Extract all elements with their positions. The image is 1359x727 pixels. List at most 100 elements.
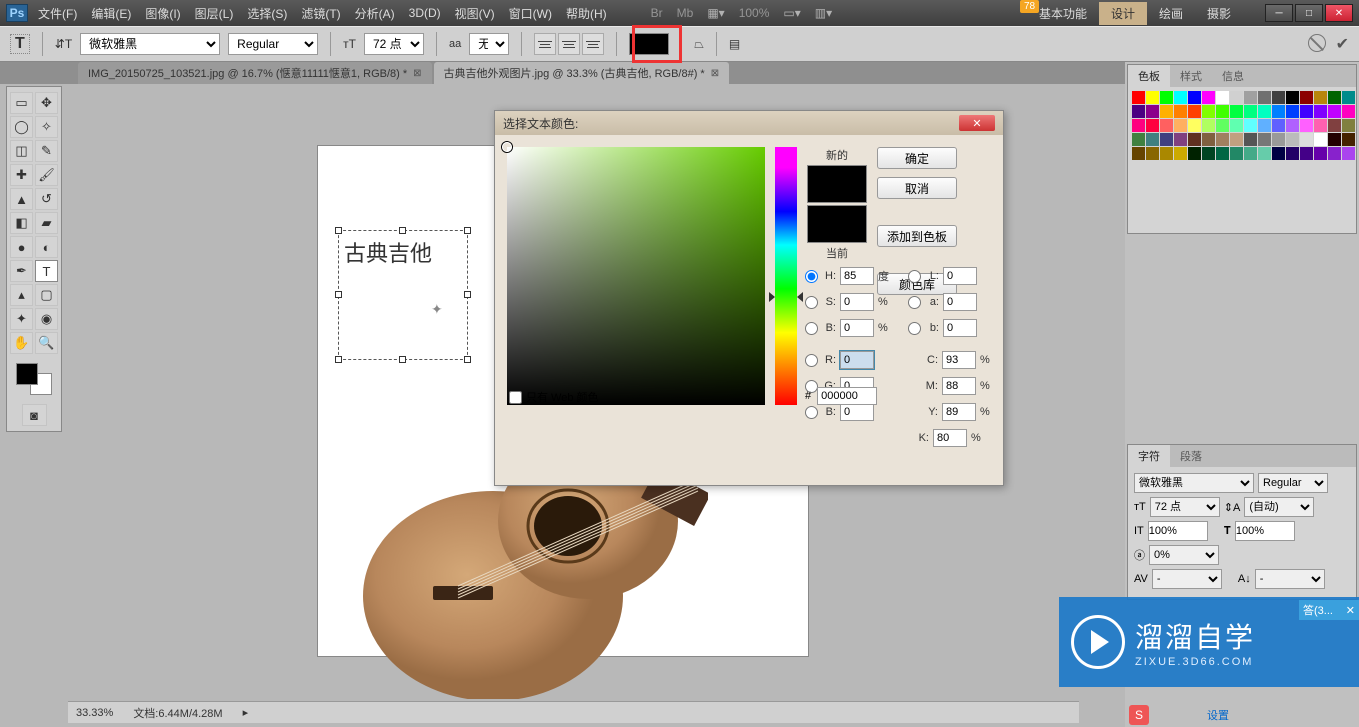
move-tool[interactable]: ✥: [35, 92, 58, 114]
workspace-photo[interactable]: 摄影: [1195, 2, 1243, 25]
input-hex[interactable]: [817, 387, 877, 405]
swatch[interactable]: [1314, 147, 1327, 160]
heal-tool[interactable]: ✚: [10, 164, 33, 186]
minibridge-icon[interactable]: Mb: [677, 6, 694, 20]
swatch[interactable]: [1230, 119, 1243, 132]
swatch[interactable]: [1174, 91, 1187, 104]
menu-3d[interactable]: 3D(D): [409, 6, 441, 20]
swatch[interactable]: [1314, 91, 1327, 104]
ok-button[interactable]: 确定: [877, 147, 957, 169]
notification-bubble[interactable]: 答(3...✕: [1299, 600, 1359, 620]
web-colors-checkbox[interactable]: [509, 391, 522, 404]
eyedrop-tool[interactable]: ✎: [35, 140, 58, 162]
zoom-tool[interactable]: 🔍: [35, 332, 58, 354]
font-weight-select[interactable]: Regular: [228, 33, 318, 55]
swatch[interactable]: [1230, 133, 1243, 146]
wand-tool[interactable]: ✧: [35, 116, 58, 138]
swatch[interactable]: [1160, 91, 1173, 104]
window-close[interactable]: ✕: [1325, 4, 1353, 22]
radio-h[interactable]: [805, 270, 818, 283]
swatch[interactable]: [1258, 91, 1271, 104]
antialias-select[interactable]: 无: [469, 33, 509, 55]
swatch[interactable]: [1314, 105, 1327, 118]
shape-tool[interactable]: ▢: [35, 284, 58, 306]
hand-tool[interactable]: ✋: [10, 332, 33, 354]
input-b[interactable]: [840, 319, 874, 337]
swatch[interactable]: [1244, 133, 1257, 146]
swatch[interactable]: [1300, 133, 1313, 146]
swatch[interactable]: [1230, 147, 1243, 160]
camera-tool[interactable]: ◉: [35, 308, 58, 330]
swatch[interactable]: [1188, 119, 1201, 132]
swatch[interactable]: [1202, 133, 1215, 146]
doc-tab-1[interactable]: 古典吉他外观图片.jpg @ 33.3% (古典吉他, RGB/8#) *⊠: [434, 62, 730, 84]
swatch[interactable]: [1216, 119, 1229, 132]
char-weight-select[interactable]: Regular: [1258, 473, 1328, 493]
swatch[interactable]: [1258, 119, 1271, 132]
input-blab[interactable]: [943, 319, 977, 337]
menu-filter[interactable]: 滤镜(T): [301, 5, 340, 22]
menu-image[interactable]: 图像(I): [145, 5, 180, 22]
swatch[interactable]: [1272, 91, 1285, 104]
char-leading-select[interactable]: (自动): [1244, 497, 1314, 517]
ime-icon[interactable]: S: [1129, 705, 1149, 725]
status-docsize[interactable]: 文档:6.44M/4.28M: [133, 705, 222, 721]
swatch[interactable]: [1174, 119, 1187, 132]
swatch[interactable]: [1132, 105, 1145, 118]
char-baseline-select[interactable]: 0%: [1149, 545, 1219, 565]
swatch[interactable]: [1216, 147, 1229, 160]
stamp-tool[interactable]: ▲: [10, 188, 33, 210]
swatch[interactable]: [1174, 105, 1187, 118]
status-zoom[interactable]: 33.33%: [76, 707, 113, 719]
swatch[interactable]: [1160, 119, 1173, 132]
fg-color[interactable]: [16, 363, 38, 385]
swatch[interactable]: [1188, 105, 1201, 118]
swatch[interactable]: [1286, 91, 1299, 104]
swatch[interactable]: [1342, 119, 1355, 132]
char-vscale-input[interactable]: [1148, 521, 1208, 541]
extras-icon[interactable]: ▥▾: [815, 6, 832, 20]
swatch[interactable]: [1314, 133, 1327, 146]
menu-view[interactable]: 视图(V): [455, 5, 495, 22]
arrange-icon[interactable]: ▭▾: [783, 6, 800, 20]
cancel-edits-icon[interactable]: [1308, 34, 1326, 52]
commit-edits-icon[interactable]: ✔: [1336, 34, 1349, 54]
input-a[interactable]: [943, 293, 977, 311]
swatches-grid[interactable]: [1128, 87, 1356, 164]
input-y[interactable]: [942, 403, 976, 421]
fg-bg-color[interactable]: [14, 361, 54, 397]
input-r[interactable]: [840, 351, 874, 369]
swatch[interactable]: [1244, 147, 1257, 160]
radio-b[interactable]: [805, 322, 818, 335]
swatch[interactable]: [1300, 147, 1313, 160]
window-maximize[interactable]: □: [1295, 4, 1323, 22]
swatch[interactable]: [1342, 133, 1355, 146]
swatch[interactable]: [1342, 105, 1355, 118]
brush-tool[interactable]: 🖌: [35, 164, 58, 186]
close-tab-icon[interactable]: ⊠: [711, 68, 719, 79]
input-m[interactable]: [942, 377, 976, 395]
swatch[interactable]: [1202, 119, 1215, 132]
swatch[interactable]: [1160, 147, 1173, 160]
swatch[interactable]: [1328, 105, 1341, 118]
swatch[interactable]: [1286, 147, 1299, 160]
swatch[interactable]: [1328, 119, 1341, 132]
char-size-select[interactable]: 72 点: [1150, 497, 1220, 517]
eraser-tool[interactable]: ◧: [10, 212, 33, 234]
text-layer-content[interactable]: 古典吉他: [344, 236, 432, 268]
tab-styles[interactable]: 样式: [1170, 65, 1212, 87]
swatch[interactable]: [1328, 147, 1341, 160]
dialog-close-button[interactable]: ✕: [959, 115, 995, 131]
input-bc[interactable]: [840, 403, 874, 421]
menu-window[interactable]: 窗口(W): [509, 5, 552, 22]
swatch[interactable]: [1230, 91, 1243, 104]
close-tab-icon[interactable]: ⊠: [413, 68, 421, 79]
menu-file[interactable]: 文件(F): [38, 5, 77, 22]
bridge-icon[interactable]: Br: [651, 6, 663, 20]
swatch[interactable]: [1230, 105, 1243, 118]
swatch[interactable]: [1272, 119, 1285, 132]
swatch[interactable]: [1342, 147, 1355, 160]
swatch[interactable]: [1188, 91, 1201, 104]
swatch[interactable]: [1244, 105, 1257, 118]
radio-l[interactable]: [908, 270, 921, 283]
